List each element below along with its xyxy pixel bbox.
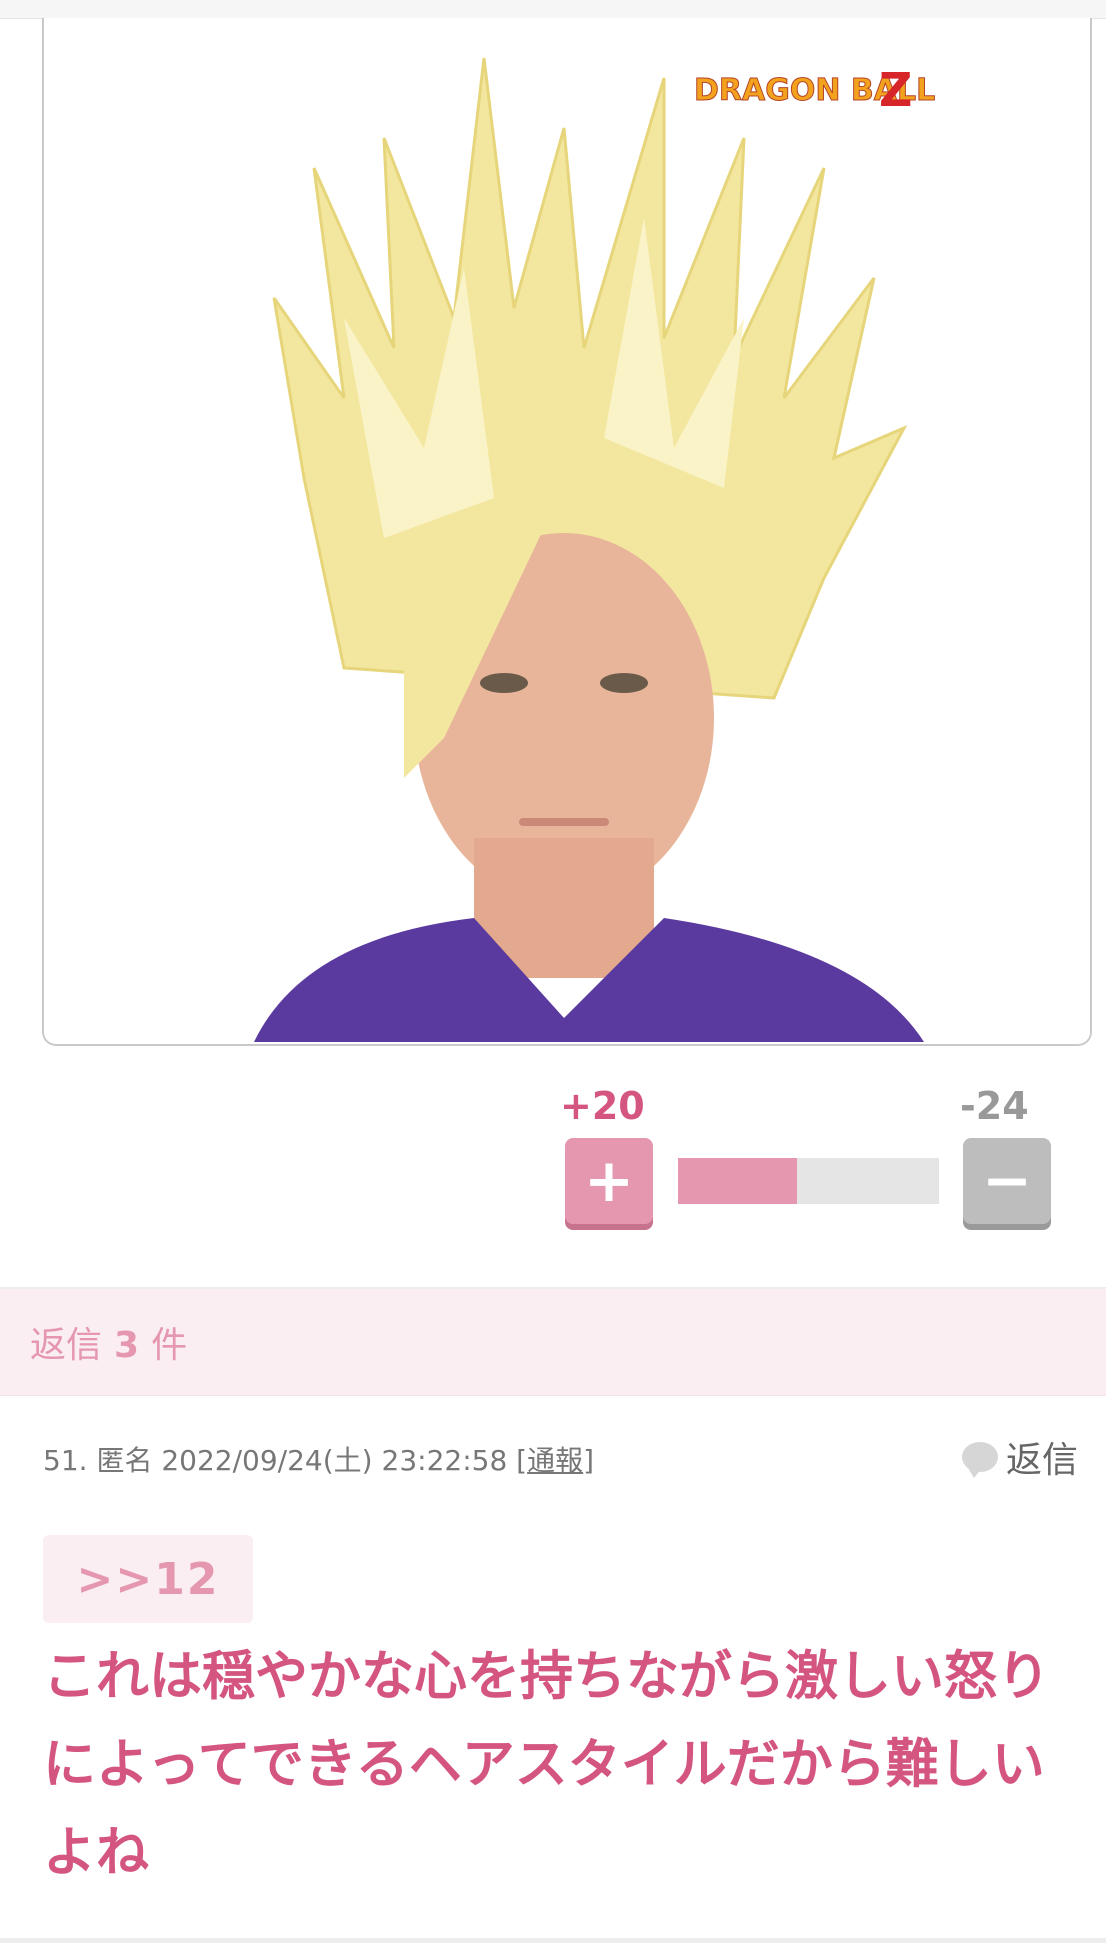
reply-button[interactable]: 返信 — [961, 1431, 1078, 1483]
report-bracket-close: ] — [583, 1444, 595, 1477]
comment-author: 匿名 — [96, 1444, 153, 1477]
vote-ratio-fill — [678, 1158, 797, 1204]
reply-anchor-link[interactable]: >>12 — [43, 1535, 253, 1623]
comment-time: 23:22:58 — [381, 1444, 508, 1477]
comment-body: これは穏やかな心を持ちながら激しい怒りによってできるヘアスタイルだから難しいよね — [43, 1646, 1050, 1883]
comment-meta: 51. 匿名 2022/09/24(土) 23:22:58 [通報] — [43, 1439, 594, 1479]
vote-area: +20 -24 + − — [0, 1044, 1106, 1287]
reply-button-label: 返信 — [1005, 1440, 1078, 1481]
comment-image[interactable]: DRAGON BALL Z — [42, 18, 1092, 1046]
comment-date: 2022/09/24(土) — [161, 1444, 373, 1477]
reply-suffix: 件 — [151, 1325, 188, 1366]
speech-bubble-icon — [961, 1442, 998, 1478]
plus-count: +20 — [560, 1084, 645, 1128]
minus-count: -24 — [960, 1084, 1029, 1128]
report-bracket-open: [ — [516, 1444, 528, 1477]
reply-count-text: 返信 3 件 — [30, 1316, 187, 1368]
vote-ratio-bar — [678, 1158, 939, 1204]
bottom-divider — [0, 1938, 1106, 1943]
comment-number: 51. — [43, 1444, 88, 1477]
logo-z: Z — [879, 63, 912, 117]
wig-photo: DRAGON BALL Z — [44, 18, 1090, 1042]
reply-count: 3 — [114, 1325, 140, 1366]
top-divider — [0, 0, 1106, 19]
reply-prefix: 返信 — [30, 1325, 103, 1366]
comment: 51. 匿名 2022/09/24(土) 23:22:58 [通報] 返信 >>… — [0, 1393, 1106, 1943]
minus-vote-button[interactable]: − — [963, 1138, 1051, 1224]
reply-count-band[interactable]: 返信 3 件 — [0, 1287, 1106, 1396]
report-link[interactable]: 通報 — [527, 1444, 583, 1477]
plus-vote-button[interactable]: + — [565, 1138, 653, 1224]
